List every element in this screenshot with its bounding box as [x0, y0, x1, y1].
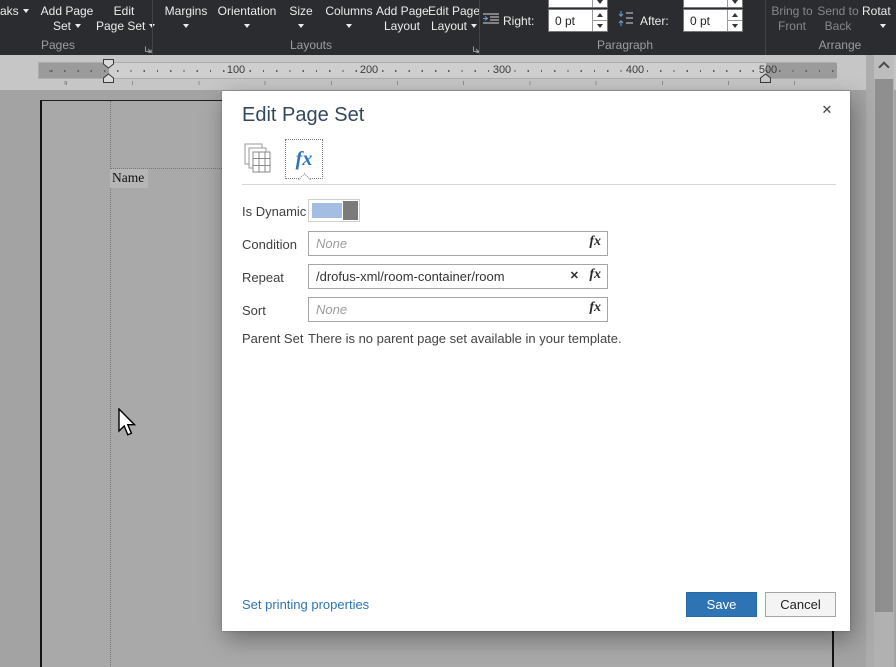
fx-button[interactable]: fx	[589, 267, 601, 283]
chevron-down-icon	[346, 24, 352, 28]
repeat-input[interactable]	[308, 264, 608, 289]
size-button[interactable]: Size	[280, 4, 322, 34]
scroll-up-button[interactable]	[874, 55, 894, 79]
layouts-group-label: Layouts	[270, 38, 352, 52]
chevron-down-icon	[75, 24, 81, 28]
spacing-after-icon	[618, 10, 634, 32]
group-separator	[479, 0, 480, 55]
ruler-mark: 100	[225, 64, 247, 77]
tab-page-sets[interactable]	[244, 143, 278, 179]
clipped-spinner-top[interactable]	[548, 0, 608, 8]
right-spacing-spinner[interactable]: 0 pt	[548, 9, 608, 32]
ribbon-toolbar: aks Add Page Set Edit Page Set Pages Mar…	[0, 0, 896, 55]
scrollbar-gutter	[866, 55, 874, 667]
chevron-down-icon	[298, 24, 304, 28]
tab-dynamic-properties[interactable]: fx	[285, 139, 323, 179]
is-dynamic-label: Is Dynamic	[242, 204, 306, 219]
edit-page-set-dialog: Edit Page Set ✕ fx Is Dynamic Condition …	[222, 91, 850, 631]
chevron-down-icon	[23, 9, 29, 13]
arrange-group-label: Arrange	[800, 38, 880, 52]
paragraph-group-label: Paragraph	[585, 38, 665, 52]
indent-right-icon	[483, 11, 500, 31]
repeat-field-wrap: ✕ fx	[308, 264, 608, 289]
fx-button[interactable]: fx	[589, 300, 601, 316]
sort-input[interactable]	[308, 297, 608, 322]
pages-group-label: Pages	[20, 38, 96, 52]
fx-icon: fx	[296, 148, 313, 171]
spinner-down-icon[interactable]	[593, 21, 607, 31]
ruler-subticks	[38, 81, 834, 85]
ruler-track: 100 200 300 400 500	[38, 62, 836, 79]
condition-field-wrap: fx	[308, 231, 608, 256]
orientation-button[interactable]: Orientation	[214, 4, 280, 34]
chevron-down-icon	[244, 24, 250, 28]
margins-button[interactable]: Margins	[158, 4, 214, 34]
parent-set-message: There is no parent page set available in…	[308, 331, 622, 346]
condition-input[interactable]	[308, 231, 608, 256]
chevron-down-icon	[471, 24, 477, 28]
spinner-down-icon[interactable]	[728, 0, 742, 7]
clipped-spinner-top[interactable]	[683, 0, 743, 8]
dialog-divider	[242, 184, 836, 185]
add-page-layout-button[interactable]: Add Page Layout	[376, 4, 428, 34]
horizontal-ruler: 100 200 300 400 500	[0, 55, 896, 90]
set-printing-properties-link[interactable]: Set printing properties	[242, 597, 369, 612]
spinner-down-icon[interactable]	[593, 0, 607, 7]
bring-to-front-button[interactable]: Bring to Front	[768, 4, 816, 34]
edit-page-layout-button[interactable]: Edit Page Layout	[426, 4, 482, 34]
group-separator	[765, 0, 766, 55]
ruler-mark: 300	[491, 64, 513, 77]
name-field-element[interactable]: Name	[110, 169, 148, 188]
after-spacing-spinner[interactable]: 0 pt	[683, 9, 743, 32]
stacked-pages-icon	[244, 164, 276, 181]
right-indent-marker[interactable]	[759, 71, 772, 89]
save-button[interactable]: Save	[686, 592, 757, 617]
condition-label: Condition	[242, 237, 297, 252]
close-icon[interactable]: ✕	[816, 99, 838, 121]
right-field-label: Right:	[503, 14, 534, 28]
spinner-up-icon[interactable]	[728, 10, 742, 21]
toggle-thumb[interactable]	[343, 201, 358, 220]
chevron-up-icon	[878, 61, 889, 72]
breaks-button-label: aks	[0, 4, 19, 18]
add-page-set-button[interactable]: Add Page Set	[38, 4, 96, 34]
group-separator	[152, 0, 153, 55]
repeat-label: Repeat	[242, 270, 284, 285]
cancel-button[interactable]: Cancel	[765, 592, 836, 617]
vertical-scrollbar[interactable]	[874, 55, 894, 667]
hanging-indent-marker[interactable]	[102, 71, 115, 89]
parent-set-label: Parent Set	[242, 331, 303, 346]
is-dynamic-toggle[interactable]	[308, 199, 360, 222]
after-spacing-value[interactable]: 0 pt	[684, 10, 727, 31]
after-field-label: After:	[640, 14, 669, 28]
breaks-button[interactable]: aks	[0, 4, 38, 19]
toggle-fill	[312, 203, 342, 218]
columns-button[interactable]: Columns	[322, 4, 376, 34]
scrollbar-thumb[interactable]	[875, 79, 893, 612]
ruler-mark: 400	[624, 64, 646, 77]
dialog-title: Edit Page Set	[242, 104, 364, 127]
right-spacing-value[interactable]: 0 pt	[549, 10, 592, 31]
sort-field-wrap: fx	[308, 297, 608, 322]
rotate-button[interactable]: Rotat	[862, 4, 896, 34]
send-to-back-button[interactable]: Send to Back	[814, 4, 862, 34]
mouse-cursor-icon	[117, 408, 137, 443]
spinner-down-icon[interactable]	[728, 21, 742, 31]
fx-button[interactable]: fx	[589, 234, 601, 250]
sort-label: Sort	[242, 303, 266, 318]
edit-page-set-button[interactable]: Edit Page Set	[96, 4, 152, 34]
clear-icon[interactable]: ✕	[570, 269, 579, 282]
ruler-mark: 200	[358, 64, 380, 77]
chevron-down-icon	[880, 24, 886, 28]
spinner-up-icon[interactable]	[593, 10, 607, 21]
chevron-down-icon	[183, 24, 189, 28]
ruler-ticks	[39, 70, 835, 72]
